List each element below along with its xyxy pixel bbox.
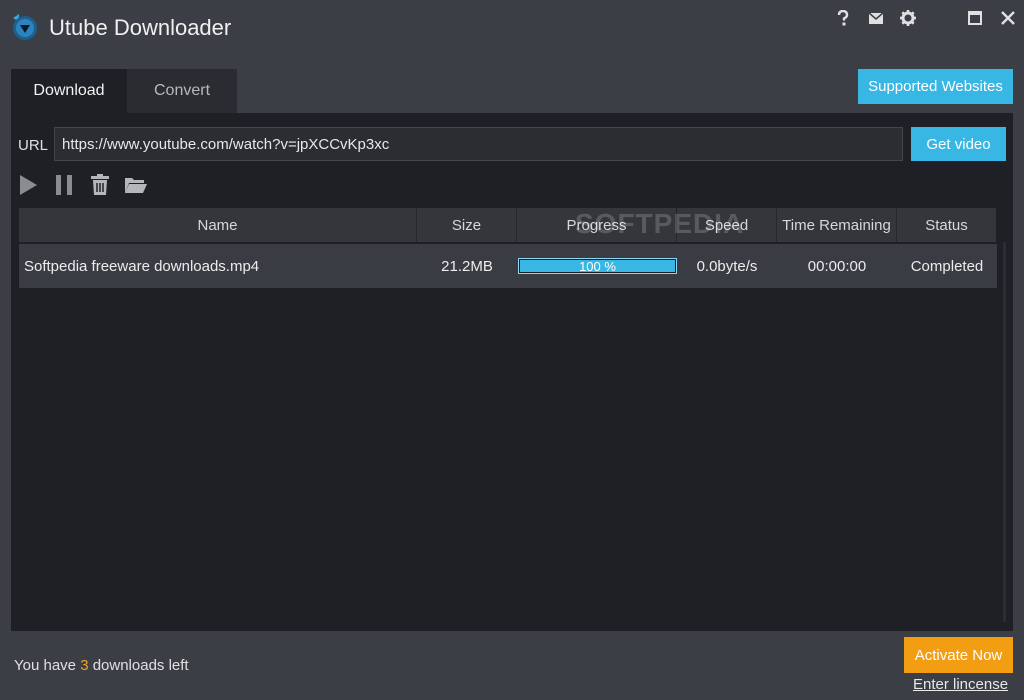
row-status: Completed xyxy=(910,257,984,275)
column-size[interactable]: Size xyxy=(417,208,517,242)
tab-download[interactable]: Download xyxy=(11,69,127,113)
activate-now-button[interactable]: Activate Now xyxy=(904,637,1013,673)
help-icon[interactable] xyxy=(832,8,854,28)
column-speed[interactable]: Speed xyxy=(677,208,777,242)
downloads-left-count: 3 xyxy=(80,657,89,674)
vertical-scrollbar[interactable] xyxy=(1003,242,1006,622)
maximize-icon[interactable] xyxy=(964,8,986,28)
row-progress-cell: 100 % xyxy=(517,244,677,288)
folder-open-icon[interactable] xyxy=(124,173,148,197)
column-status[interactable]: Status xyxy=(897,208,996,242)
download-panel xyxy=(11,113,1013,631)
gear-icon[interactable] xyxy=(897,8,919,28)
table-row[interactable]: Softpedia freeware downloads.mp4 21.2MB … xyxy=(19,244,997,288)
progress-bar: 100 % xyxy=(518,258,677,274)
row-size: 21.2MB xyxy=(441,257,493,275)
play-icon[interactable] xyxy=(16,173,40,197)
title-bar: Utube Downloader xyxy=(0,0,1024,56)
downloads-left-prefix: You have xyxy=(14,657,81,674)
column-name[interactable]: Name xyxy=(19,208,417,242)
close-icon[interactable] xyxy=(997,8,1019,28)
url-input[interactable] xyxy=(54,127,903,161)
trash-icon[interactable] xyxy=(88,173,112,197)
downloads-left-text: You have 3 downloads left xyxy=(14,657,189,674)
downloads-left-suffix: downloads left xyxy=(88,657,189,674)
app-logo-icon xyxy=(10,12,40,42)
pause-icon[interactable] xyxy=(52,173,76,197)
tab-convert[interactable]: Convert xyxy=(127,69,237,113)
progress-label: 100 % xyxy=(579,258,616,274)
row-time-remaining: 00:00:00 xyxy=(807,257,867,275)
supported-websites-button[interactable]: Supported Websites xyxy=(858,69,1013,104)
mail-icon[interactable] xyxy=(865,8,887,28)
url-label: URL xyxy=(18,137,49,154)
table-header: Name Size Progress Speed Time Remaining … xyxy=(19,208,996,242)
column-progress[interactable]: Progress xyxy=(517,208,677,242)
enter-license-link[interactable]: Enter lincense xyxy=(913,676,1008,693)
get-video-button[interactable]: Get video xyxy=(911,127,1006,161)
row-speed: 0.0byte/s xyxy=(696,257,758,275)
column-time-remaining[interactable]: Time Remaining xyxy=(777,208,897,242)
row-name: Softpedia freeware downloads.mp4 xyxy=(24,257,260,275)
app-title: Utube Downloader xyxy=(49,15,232,40)
